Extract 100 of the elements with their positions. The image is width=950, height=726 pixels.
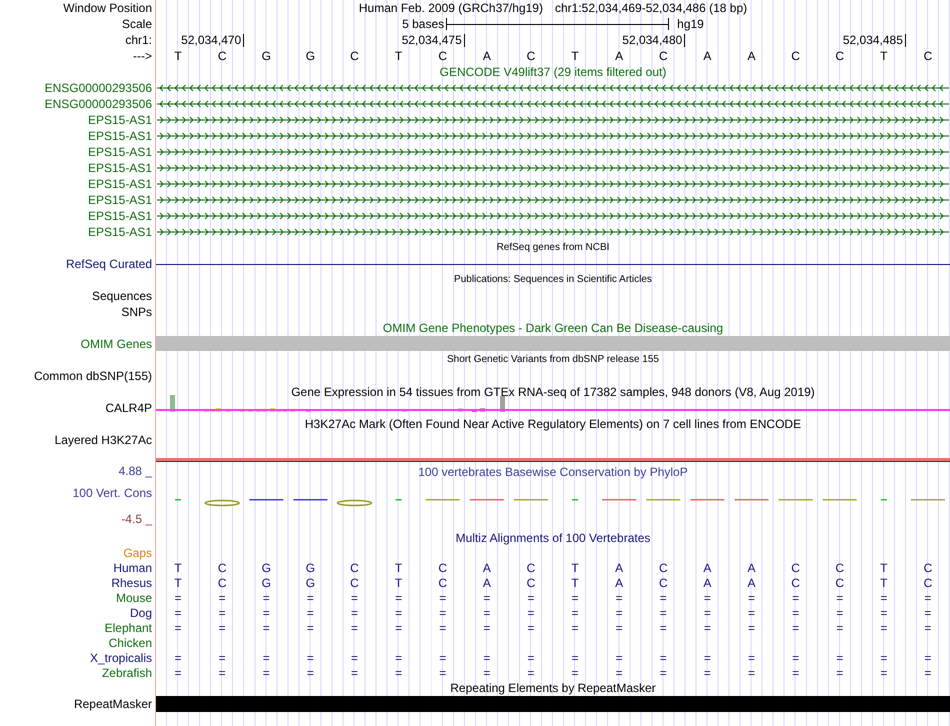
base-letter: C (834, 49, 846, 63)
track-label[interactable]: EPS15-AS1 (88, 113, 152, 127)
track-label: Gaps (123, 546, 152, 560)
aligned-base: = (791, 650, 800, 664)
base-letter: A (746, 49, 756, 63)
scale-text: 5 bases (402, 17, 444, 31)
aligned-base: = (262, 620, 271, 634)
track-label[interactable]: ENSG00000293506 (44, 81, 152, 95)
aligned-base: = (746, 606, 756, 620)
aligned-base: = (218, 590, 227, 604)
track-label: Sequences (92, 289, 152, 303)
base-letter: A (614, 49, 624, 63)
aligned-base: = (835, 620, 844, 634)
track-label[interactable]: ENSG00000293506 (44, 97, 152, 111)
track-label[interactable]: EPS15-AS1 (88, 225, 152, 239)
aligned-base: = (702, 590, 712, 604)
aligned-base: T (570, 576, 580, 590)
track-label[interactable]: RefSeq Curated (66, 257, 152, 271)
aligned-base: = (394, 590, 404, 604)
coordinate-tick: 52,034,475 (332, 34, 465, 46)
aligned-base: = (923, 590, 932, 604)
base-letter: G (260, 49, 272, 63)
base-letter: C (790, 49, 801, 63)
aligned-base: = (702, 650, 712, 664)
track-title: OMIM Gene Phenotypes - Dark Green Can Be Disease-causing (382, 321, 724, 335)
aligned-base: C (437, 576, 448, 590)
aligned-base: = (174, 620, 183, 634)
aligned-base: = (570, 620, 580, 634)
track-label[interactable]: EPS15-AS1 (88, 177, 152, 191)
aligned-base: = (923, 666, 932, 680)
aligned-base: = (394, 606, 404, 620)
aligned-base: = (746, 620, 756, 634)
aligned-base: = (482, 666, 492, 680)
track-label[interactable]: EPS15-AS1 (88, 145, 152, 159)
aligned-base: = (923, 606, 932, 620)
track-label[interactable]: RepeatMasker (74, 697, 152, 711)
track-label[interactable]: Zebrafish (102, 666, 152, 680)
aligned-base: = (879, 606, 888, 620)
aligned-base: = (218, 620, 227, 634)
aligned-base: = (791, 606, 800, 620)
track-label[interactable]: Human (113, 560, 152, 574)
aligned-base: = (835, 666, 844, 680)
track-label[interactable]: EPS15-AS1 (88, 129, 152, 143)
aligned-base: G (260, 576, 272, 590)
aligned-base: = (526, 590, 536, 604)
aligned-base: = (791, 590, 800, 604)
aligned-base: = (482, 606, 492, 620)
track-label[interactable]: Layered H3K27Ac (54, 433, 152, 447)
aligned-base: = (570, 590, 580, 604)
track-label[interactable]: Dog (130, 606, 152, 620)
coordinate-tick: 52,034,470 (156, 34, 244, 46)
track-label: chr1: (125, 33, 152, 47)
track-label[interactable]: Mouse (116, 590, 152, 604)
aligned-base: = (702, 606, 712, 620)
track-label[interactable]: EPS15-AS1 (88, 209, 152, 223)
aligned-base: = (262, 590, 271, 604)
aligned-base: = (174, 666, 183, 680)
base-letter: A (702, 49, 712, 63)
coordinate-tick: 52,034,485 (774, 34, 906, 46)
track-label[interactable]: Elephant (104, 620, 152, 634)
aligned-base: = (614, 666, 624, 680)
aligned-base: = (835, 606, 844, 620)
aligned-base: C (658, 560, 669, 574)
track-label[interactable]: 100 Vert. Cons (72, 486, 152, 500)
track-title: Repeating Elements by RepeatMasker (450, 681, 656, 695)
track-title: RefSeq genes from NCBI (496, 241, 610, 255)
base-letter: C (349, 49, 360, 63)
track-title: 100 vertebrates Basewise Conservation by PhyloP (418, 465, 688, 479)
aligned-base: = (306, 666, 315, 680)
track-label[interactable]: OMIM Genes (80, 337, 152, 351)
base-letter: C (658, 49, 669, 63)
aligned-base: = (658, 620, 668, 634)
aligned-base: = (658, 606, 668, 620)
aligned-base: = (174, 650, 183, 664)
aligned-base: = (658, 590, 668, 604)
track-label[interactable]: CALR4P (105, 401, 152, 415)
track-label[interactable]: X_tropicalis (90, 650, 152, 664)
aligned-base: = (306, 590, 315, 604)
track-title: H3K27Ac Mark (Often Found Near Active Regulatory Elements) on 7 cell lines from ENCODE (304, 417, 802, 431)
aligned-base: = (306, 650, 315, 664)
aligned-base: = (570, 650, 580, 664)
track-title: Multiz Alignments of 100 Vertebrates (456, 531, 650, 545)
aligned-base: A (702, 560, 712, 574)
aligned-base: G (304, 560, 316, 574)
track-label[interactable]: Chicken (108, 636, 152, 650)
position-text: chr1:52,034,469-52,034,486 (18 bp) (554, 1, 748, 15)
aligned-base: T (394, 576, 404, 590)
aligned-base: = (526, 606, 536, 620)
track-label[interactable]: EPS15-AS1 (88, 193, 152, 207)
aligned-base: = (350, 606, 359, 620)
coordinate-tick: 52,034,480 (552, 34, 686, 46)
aligned-base: = (350, 590, 359, 604)
base-letter: G (304, 49, 316, 63)
track-label[interactable]: Rhesus (111, 576, 152, 590)
track-label: Common dbSNP(155) (34, 369, 152, 383)
aligned-base: = (262, 666, 271, 680)
track-label[interactable]: EPS15-AS1 (88, 161, 152, 175)
aligned-base: C (349, 560, 360, 574)
aligned-base: C (658, 576, 669, 590)
aligned-base: = (923, 650, 932, 664)
